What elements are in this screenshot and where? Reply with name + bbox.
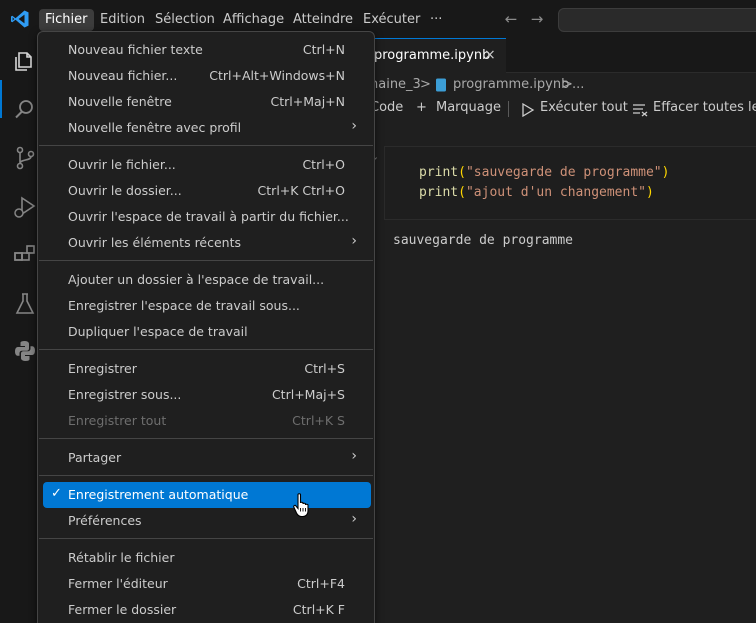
cell-output: sauvegarde de programme <box>393 233 574 248</box>
menu-item-nouveau-fichier-texte[interactable]: Nouveau fichier texte Ctrl+N <box>43 37 371 63</box>
chevron-right-icon: › <box>351 118 357 134</box>
add-markdown-button[interactable]: Marquage <box>436 100 501 115</box>
menu-item-nouvelle-fenetre-profil[interactable]: Nouvelle fenêtre avec profil › <box>43 115 371 141</box>
menu-atteindre[interactable]: Atteindre <box>287 9 359 31</box>
menu-item-dupliquer-espace[interactable]: Dupliquer l'espace de travail <box>43 319 371 345</box>
menu-separator <box>39 438 373 439</box>
breadcrumb-file[interactable]: programme.ipynb <box>453 77 569 92</box>
plus-icon[interactable]: + <box>416 100 427 115</box>
extensions-icon[interactable] <box>12 243 38 269</box>
clear-all-outputs-button[interactable]: Effacer toutes les s <box>653 100 756 115</box>
clear-all-icon[interactable] <box>632 103 648 117</box>
toolbar-divider <box>508 101 509 117</box>
back-arrow-icon[interactable]: ← <box>502 10 520 28</box>
search-icon[interactable] <box>12 96 38 122</box>
run-all-button[interactable]: Exécuter tout <box>540 100 628 115</box>
menu-item-enregistrer-sous[interactable]: Enregistrer sous... Ctrl+Maj+S <box>43 382 371 408</box>
explorer-icon[interactable] <box>12 48 38 74</box>
menu-separator <box>39 260 373 261</box>
breadcrumb-more[interactable]: ... <box>572 77 584 92</box>
menu-separator <box>39 538 373 539</box>
menu-separator <box>39 349 373 350</box>
testing-icon[interactable] <box>12 291 38 317</box>
menu-item-enregistrer[interactable]: Enregistrer Ctrl+S <box>43 356 371 382</box>
run-debug-icon[interactable] <box>12 194 38 220</box>
menu-item-nouvelle-fenetre[interactable]: Nouvelle fenêtre Ctrl+Maj+N <box>43 89 371 115</box>
pointer-cursor-icon <box>293 493 309 518</box>
tab-label: programme.ipynb <box>374 48 491 63</box>
menu-selection[interactable]: Sélection <box>149 9 221 31</box>
menu-item-ouvrir-dossier[interactable]: Ouvrir le dossier... Ctrl+K Ctrl+O <box>43 178 371 204</box>
menu-item-enregistrer-tout: Enregistrer tout Ctrl+K S <box>68 413 345 428</box>
chevron-right-icon: › <box>351 233 357 249</box>
menu-item-ouvrir-fichier[interactable]: Ouvrir le fichier... Ctrl+O <box>43 152 371 178</box>
menu-item-elements-recents[interactable]: Ouvrir les éléments récents › <box>43 230 371 256</box>
menu-item-partager[interactable]: Partager › <box>43 445 371 471</box>
run-all-icon[interactable] <box>521 103 535 117</box>
code-cell[interactable]: print("sauvegarde de programme") print("… <box>384 146 756 220</box>
chevron-right-icon: › <box>351 448 357 464</box>
menu-edition[interactable]: Edition <box>94 9 151 31</box>
close-icon[interactable]: × <box>484 47 496 63</box>
menu-item-fermer-editeur[interactable]: Fermer l'éditeur Ctrl+F4 <box>43 571 371 597</box>
check-icon: ✓ <box>51 486 62 501</box>
code-line-1[interactable]: print("sauvegarde de programme") <box>419 165 669 180</box>
menu-separator <box>39 145 373 146</box>
command-center-search[interactable] <box>558 8 756 32</box>
menu-item-enregistrer-espace-sous[interactable]: Enregistrer l'espace de travail sous... <box>43 293 371 319</box>
vscode-logo-icon <box>11 10 29 28</box>
breadcrumb-folder[interactable]: haine_3 <box>370 77 421 92</box>
menu-item-retablir-fichier[interactable]: Rétablir le fichier <box>43 545 371 571</box>
code-line-2[interactable]: print("ajout d'un changement") <box>419 185 654 200</box>
tab-programme-ipynb[interactable]: programme.ipynb × <box>366 38 506 73</box>
python-icon[interactable] <box>12 338 38 364</box>
forward-arrow-icon[interactable]: → <box>528 10 546 28</box>
active-view-indicator <box>0 80 2 118</box>
menu-separator <box>39 475 373 476</box>
menu-fichier[interactable]: Fichier <box>39 9 94 31</box>
menu-item-ajouter-dossier[interactable]: Ajouter un dossier à l'espace de travail… <box>43 267 371 293</box>
menu-more[interactable]: ··· <box>424 9 448 31</box>
menu-item-preferences[interactable]: Préférences › <box>43 508 371 534</box>
chevron-right-icon: > <box>420 77 431 92</box>
source-control-icon[interactable] <box>12 145 38 171</box>
menu-item-nouveau-fichier[interactable]: Nouveau fichier... Ctrl+Alt+Windows+N <box>43 63 371 89</box>
file-menu: Nouveau fichier texte Ctrl+N Nouveau fich… <box>37 31 375 623</box>
menu-item-ouvrir-espace-travail[interactable]: Ouvrir l'espace de travail à partir du f… <box>43 204 371 230</box>
chevron-right-icon: › <box>351 511 357 527</box>
menu-item-enregistrement-automatique[interactable]: ✓ Enregistrement automatique <box>43 482 371 508</box>
notebook-file-icon <box>436 78 446 92</box>
menu-affichage[interactable]: Affichage <box>217 9 290 31</box>
menu-executer[interactable]: Exécuter <box>357 9 426 31</box>
menu-item-fermer-dossier[interactable]: Fermer le dossier Ctrl+K F <box>43 597 371 623</box>
